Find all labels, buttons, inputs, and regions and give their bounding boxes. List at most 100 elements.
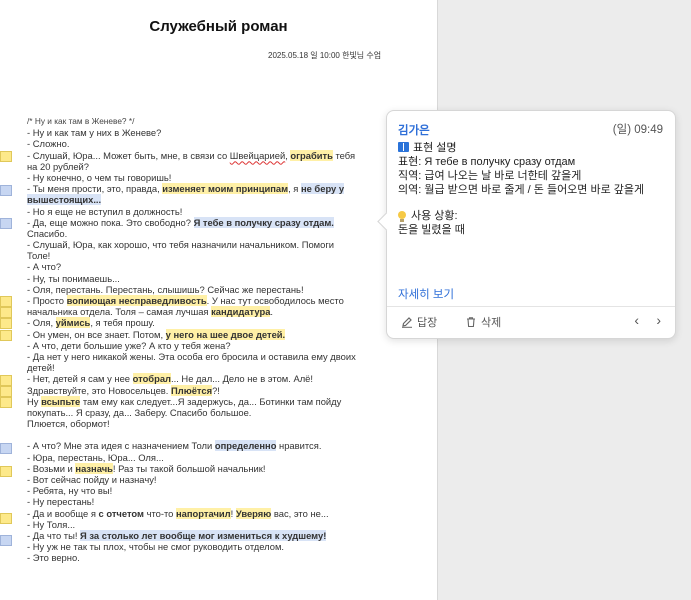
comment-time: (일) 09:49: [612, 124, 663, 136]
comment-meaning: 의역: 월급 받으면 바로 줄게 / 돈 들어오면 바로 갚을게: [398, 184, 645, 196]
text-line: - Да нет у него никакой жены. Эта особа …: [27, 350, 356, 362]
text-line: Плюется, обормот!: [27, 418, 110, 430]
text-line: - Оля, уймись, я тебя прошу.: [27, 317, 155, 329]
pencil-icon: [402, 317, 412, 328]
text-line: - Ты меня прости, это, правда, изменяет …: [27, 183, 345, 195]
text-line: на 20 рублей?: [27, 160, 90, 172]
text-line: покупать... Я сразу, да... Заберу. Спаси…: [27, 406, 252, 418]
spellcheck-word[interactable]: Швейцарией: [230, 150, 285, 161]
comment-header: 김가은 (일) 09:49: [398, 121, 663, 137]
highlight-yellow[interactable]: Уверяю: [235, 507, 272, 519]
text-line: - Ну уж не так ты плох, чтобы не смог ру…: [27, 541, 285, 553]
comment-marker[interactable]: [0, 397, 12, 408]
text-line: - Ну, ты понимаешь...: [27, 272, 120, 284]
text-line: - Но я еще не вступил в должность!: [27, 205, 183, 217]
text-line: - Юра, перестань, Юра... Оля...: [27, 451, 164, 463]
comment-marker[interactable]: [0, 386, 12, 397]
reply-button[interactable]: 답장: [401, 314, 437, 330]
usage-text: 돈을 빌렸을 때: [398, 224, 465, 236]
highlight-yellow[interactable]: уймись: [55, 317, 91, 329]
text-line: - Он умен, он все знает. Потом, у него н…: [27, 328, 286, 340]
text-line: - Слушай, Юра, как хорошо, что тебя назн…: [27, 239, 334, 251]
comment-expression: 표현: Я тебе в получку сразу отдам: [398, 156, 576, 168]
comment-marker[interactable]: [0, 535, 12, 546]
text-line: - Просто вопиющая несправедливость. У на…: [27, 295, 344, 306]
comment-marker[interactable]: [0, 330, 12, 341]
comment-marker[interactable]: [0, 185, 12, 196]
comment-marker[interactable]: [0, 466, 12, 477]
lightbulb-icon: [398, 211, 406, 222]
comment-heading: 표현 설명: [413, 142, 457, 154]
text-line: - Оля, перестань. Перестань, слышишь? Се…: [27, 283, 304, 295]
see-more-link[interactable]: 자세히 보기: [398, 286, 454, 302]
comment-marker[interactable]: [0, 513, 12, 524]
highlight-yellow[interactable]: отобрал: [132, 373, 171, 385]
document-title: Служебный роман: [149, 18, 288, 35]
usage-heading: 사용 상황:: [411, 210, 458, 222]
bold-text: с отчетом: [98, 507, 144, 519]
delete-label: 삭제: [481, 317, 502, 329]
highlight-blue[interactable]: определенно: [214, 440, 277, 452]
book-icon: [398, 142, 409, 152]
text-line: - Нет, детей я сам у нее отобрал... Не д…: [27, 373, 313, 385]
comment-popup: 김가은 (일) 09:49 표현 설명 표현: Я тебе в получку…: [386, 110, 676, 339]
highlight-blue[interactable]: не беру у: [300, 183, 345, 195]
text-line: - Это верно.: [27, 552, 80, 564]
comment-marker[interactable]: [0, 375, 12, 386]
next-comment-button[interactable]: ›: [656, 312, 661, 328]
text-line: - А что?: [27, 261, 62, 273]
text-line: - Ну перестань!: [27, 496, 95, 508]
highlight-yellow[interactable]: вопиющая несправедливость: [66, 295, 207, 306]
comment-marker[interactable]: [0, 218, 12, 229]
text-line: - А что, дети большие уже? А кто у тебя …: [27, 339, 231, 351]
reply-label: 답장: [417, 317, 438, 329]
text-line: - Возьми и назначь! Раз ты такой большой…: [27, 462, 266, 474]
highlight-blue[interactable]: Я за столько лет вообще мог измениться к…: [80, 529, 327, 541]
text-line: - Ну Толя...: [27, 518, 76, 530]
text-line: - А что? Мне эта идея с назначением Толи…: [27, 440, 322, 452]
comment-author: 김가은: [398, 125, 430, 137]
highlight-blue[interactable]: вышестоящих...: [27, 194, 102, 206]
comment-marker[interactable]: [0, 151, 12, 162]
highlight-yellow[interactable]: ограбить: [290, 149, 333, 161]
delete-button[interactable]: 삭제: [465, 314, 501, 330]
text-line: - Да что ты! Я за столько лет вообще мог…: [27, 529, 327, 541]
comment-body: 표현 설명 표현: Я тебе в получку сразу отдам 직…: [398, 141, 666, 237]
comment-marker[interactable]: [0, 318, 12, 329]
comment-marker[interactable]: [0, 307, 12, 318]
highlight-yellow[interactable]: изменяет моим принципам: [162, 183, 289, 195]
document-page: Служебный роман 2025.05.18 일 10:00 한빛님 수…: [0, 0, 437, 600]
text-line: - Ну и как там у них в Женеве?: [27, 127, 162, 139]
text-line: Спасибо.: [27, 227, 68, 239]
highlight-yellow[interactable]: Плюётся: [171, 384, 213, 396]
text-line: - Вот сейчас пойду и назначу!: [27, 474, 157, 485]
comment-marker[interactable]: [0, 296, 12, 307]
code-comment: /* Ну и как там в Женеве? */: [27, 116, 135, 126]
highlight-yellow[interactable]: кандидатура: [211, 306, 271, 318]
text-line: Здравствуйте, это Новосельцев. Плюётся?!: [27, 384, 220, 396]
comment-marker[interactable]: [0, 443, 12, 454]
trash-icon: [467, 317, 475, 328]
text-line: начальника отдела. Толя – самая лучшая к…: [27, 306, 274, 318]
document-body: /* Ну и как там в Женеве? */ - Ну и как …: [27, 116, 437, 564]
text-line: - Сложно.: [27, 138, 70, 150]
highlight-yellow[interactable]: у него на шее двое детей.: [165, 328, 286, 340]
document-meta: 2025.05.18 일 10:00 한빛님 수업: [268, 51, 382, 60]
chevron-left-icon: ‹: [634, 312, 639, 328]
text-line: - Да, еще можно пока. Это свободно? Я те…: [27, 216, 334, 228]
text-line: - Ребята, ну что вы!: [27, 485, 113, 497]
highlight-yellow[interactable]: назначь: [75, 462, 113, 474]
divider: [387, 306, 675, 307]
text-line: вышестоящих...: [27, 194, 437, 206]
highlight-blue-active[interactable]: Я тебе в получку сразу отдам.: [193, 216, 334, 228]
chevron-right-icon: ›: [656, 312, 661, 328]
text-line: детей!: [27, 362, 55, 374]
text-line: - Ну конечно, о чем ты говоришь!: [27, 171, 172, 183]
previous-comment-button[interactable]: ‹: [634, 312, 639, 328]
comment-literal: 직역: 급여 나오는 날 바로 너한테 갚을게: [398, 170, 582, 182]
highlight-yellow[interactable]: напортачил: [176, 507, 231, 519]
text-line: Толе!: [27, 250, 51, 262]
text-line: - Да и вообще я с отчетом что-то напорта…: [27, 507, 329, 519]
highlight-yellow[interactable]: всыпьте: [41, 395, 81, 407]
